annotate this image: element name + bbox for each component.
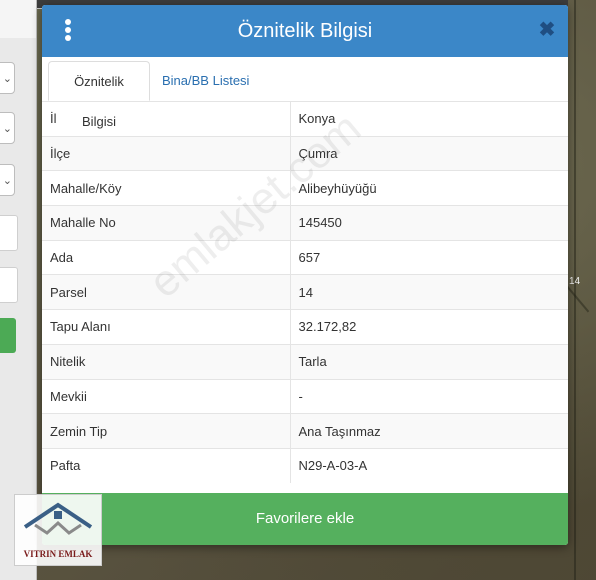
row-value: -	[290, 378, 568, 414]
row-key: Parsel	[42, 274, 291, 310]
row-key: Zemin Tip	[42, 413, 291, 449]
table-row: Tapu Alanı 32.172,82	[42, 309, 568, 345]
chevron-down-icon: ⌄	[2, 73, 12, 85]
left-search-panel: ⌄ ⌄ ⌄	[0, 0, 37, 580]
row-value: Ana Taşınmaz	[290, 413, 568, 449]
attribute-info-modal: Öznitelik Bilgisi ✖ Öznitelik Bilgisi Bi…	[42, 5, 568, 545]
row-value: 657	[290, 239, 568, 275]
modal-tabs: Öznitelik Bilgisi Bina/BB Listesi	[42, 57, 568, 129]
row-value: Tarla	[290, 343, 568, 379]
row-value: 14	[290, 274, 568, 310]
query-button[interactable]	[0, 318, 16, 353]
table-row: İl Konya	[42, 101, 568, 137]
close-icon[interactable]: ✖	[538, 20, 556, 40]
row-value: Konya	[290, 101, 568, 137]
left-panel-header	[0, 0, 36, 38]
block-input[interactable]	[0, 215, 18, 251]
province-select[interactable]: ⌄	[0, 62, 15, 94]
chevron-down-icon: ⌄	[2, 175, 12, 187]
attribute-table: İl Konya İlçe Çumra Mahalle/Köy Alibeyhüyüğ…	[42, 101, 568, 484]
neighbourhood-select[interactable]: ⌄	[0, 164, 15, 196]
table-row: Parsel 14	[42, 274, 568, 310]
parcel-input[interactable]	[0, 267, 18, 303]
row-key: Mahalle No	[42, 205, 291, 241]
row-key: Mahalle/Köy	[42, 170, 291, 206]
chevron-down-icon: ⌄	[2, 123, 12, 135]
row-value: Çumra	[290, 135, 568, 171]
row-key: İlçe	[42, 135, 291, 171]
row-value: 32.172,82	[290, 309, 568, 345]
row-key: İl	[42, 101, 291, 137]
row-value: N29-A-03-A	[290, 447, 568, 484]
table-row: Mahalle/Köy Alibeyhüyüğü	[42, 170, 568, 206]
table-row: Mahalle No 145450	[42, 205, 568, 241]
modal-header: Öznitelik Bilgisi ✖	[42, 5, 568, 57]
table-row: İlçe Çumra	[42, 135, 568, 171]
add-to-favorites-button[interactable]: Favorilere ekle	[42, 493, 568, 545]
agency-logo: VITRIN EMLAK	[14, 494, 102, 566]
tab-building-list[interactable]: Bina/BB Listesi	[154, 61, 257, 101]
logo-text: VITRIN EMLAK	[23, 549, 93, 559]
table-row: Ada 657	[42, 239, 568, 275]
row-key: Pafta	[42, 447, 291, 484]
table-row: Nitelik Tarla	[42, 343, 568, 379]
tab-attribute-info[interactable]: Öznitelik Bilgisi	[48, 61, 150, 129]
row-key: Nitelik	[42, 343, 291, 379]
table-row: Zemin Tip Ana Taşınmaz	[42, 413, 568, 449]
menu-kebab-icon[interactable]	[60, 19, 76, 43]
row-key: Ada	[42, 239, 291, 275]
row-key: Mevkii	[42, 378, 291, 414]
district-select[interactable]: ⌄	[0, 112, 15, 144]
house-roof-icon	[23, 502, 93, 535]
modal-title: Öznitelik Bilgisi	[237, 20, 373, 42]
table-row: Mevkii -	[42, 378, 568, 414]
table-row: Pafta N29-A-03-A	[42, 447, 568, 484]
row-value: Alibeyhüyüğü	[290, 170, 568, 206]
map-parcel-label: 14	[569, 276, 581, 287]
map-parcel-border	[574, 0, 576, 580]
row-value: 145450	[290, 205, 568, 241]
row-key: Tapu Alanı	[42, 309, 291, 345]
